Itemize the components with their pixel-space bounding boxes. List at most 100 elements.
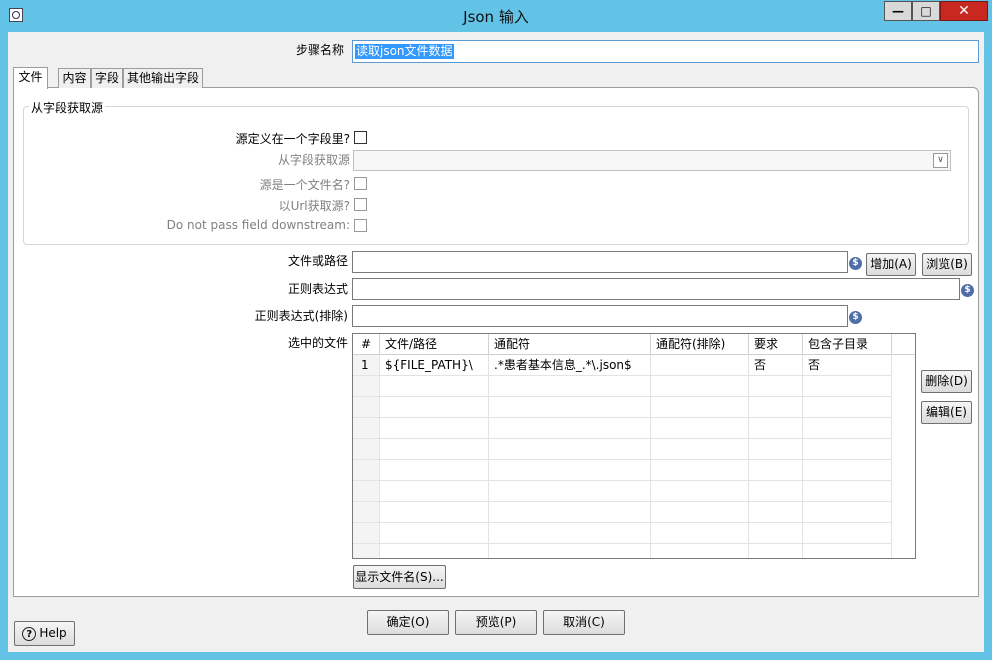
column-header[interactable]: 通配符(排除) xyxy=(651,334,749,355)
empty-table-cell[interactable] xyxy=(489,376,651,397)
tab-file[interactable]: 文件 xyxy=(13,67,48,89)
empty-table-cell[interactable] xyxy=(489,481,651,502)
empty-table-cell[interactable] xyxy=(380,523,489,544)
empty-table-cell[interactable] xyxy=(353,418,380,439)
empty-table-cell[interactable] xyxy=(489,439,651,460)
empty-table-cell[interactable] xyxy=(749,397,803,418)
empty-table-cell[interactable] xyxy=(353,460,380,481)
empty-table-cell[interactable] xyxy=(380,460,489,481)
browse-button[interactable]: 浏览(B) xyxy=(922,253,972,276)
empty-table-cell[interactable] xyxy=(803,460,892,481)
empty-table-cell[interactable] xyxy=(353,544,380,558)
empty-table-cell[interactable] xyxy=(489,418,651,439)
table-cell[interactable]: 否 xyxy=(803,355,892,376)
minimize-button[interactable]: — xyxy=(884,1,912,21)
column-header-filler xyxy=(892,334,915,355)
selected-files-label: 选中的文件 xyxy=(287,336,348,350)
file-or-path-input[interactable] xyxy=(352,251,848,273)
empty-table-cell[interactable] xyxy=(803,523,892,544)
window-title: Json 输入 xyxy=(463,8,529,26)
delete-button[interactable]: 删除(D) xyxy=(921,370,972,393)
tab-fields[interactable]: 字段 xyxy=(91,68,123,88)
empty-table-cell[interactable] xyxy=(803,439,892,460)
empty-table-cell[interactable] xyxy=(489,544,651,558)
empty-table-cell[interactable] xyxy=(380,481,489,502)
empty-table-cell[interactable] xyxy=(651,523,749,544)
empty-table-cell[interactable] xyxy=(353,439,380,460)
empty-table-cell[interactable] xyxy=(651,397,749,418)
chevron-down-icon[interactable]: ∨ xyxy=(933,153,948,168)
empty-table-cell[interactable] xyxy=(353,397,380,418)
empty-table-cell[interactable] xyxy=(651,544,749,558)
table-cell[interactable]: 否 xyxy=(749,355,803,376)
empty-table-cell[interactable] xyxy=(651,439,749,460)
source-group-title: 从字段获取源 xyxy=(29,99,106,116)
do-not-pass-field-label: Do not pass field downstream: xyxy=(166,218,350,232)
empty-table-cell[interactable] xyxy=(749,523,803,544)
empty-table-cell[interactable] xyxy=(803,502,892,523)
regex-input[interactable] xyxy=(352,278,960,300)
empty-table-cell[interactable] xyxy=(749,544,803,558)
empty-table-cell[interactable] xyxy=(749,439,803,460)
column-header[interactable]: 通配符 xyxy=(489,334,651,355)
empty-table-cell[interactable] xyxy=(803,418,892,439)
empty-table-cell[interactable] xyxy=(489,502,651,523)
empty-table-cell[interactable] xyxy=(749,460,803,481)
empty-table-cell[interactable] xyxy=(803,397,892,418)
maximize-button[interactable]: □ xyxy=(912,1,940,21)
table-cell[interactable]: .*患者基本信息_.*\.json$ xyxy=(489,355,651,376)
empty-table-cell[interactable] xyxy=(380,544,489,558)
source-field-combo[interactable]: ∨ xyxy=(353,150,951,171)
help-label: Help xyxy=(39,626,67,640)
empty-table-cell[interactable] xyxy=(380,397,489,418)
source-in-field-checkbox[interactable] xyxy=(354,131,367,144)
empty-table-cell[interactable] xyxy=(651,502,749,523)
show-filenames-button[interactable]: 显示文件名(S)... xyxy=(353,565,446,589)
empty-table-cell[interactable] xyxy=(651,481,749,502)
empty-table-cell[interactable] xyxy=(380,418,489,439)
variable-icon: $ xyxy=(961,284,974,297)
source-from-url-checkbox[interactable] xyxy=(354,198,367,211)
selected-files-table[interactable]: # 文件/路径 通配符 通配符(排除) 要求 包含子目录 1 ${FILE_PA… xyxy=(352,333,916,559)
empty-table-cell[interactable] xyxy=(803,481,892,502)
regex-exclude-input[interactable] xyxy=(352,305,848,327)
empty-table-cell[interactable] xyxy=(353,502,380,523)
empty-table-cell[interactable] xyxy=(380,502,489,523)
column-header[interactable]: 要求 xyxy=(749,334,803,355)
help-button[interactable]: ? Help xyxy=(14,621,75,646)
add-button[interactable]: 增加(A) xyxy=(866,253,916,276)
empty-table-cell[interactable] xyxy=(380,376,489,397)
edit-button[interactable]: 编辑(E) xyxy=(921,401,972,424)
preview-button[interactable]: 预览(P) xyxy=(455,610,537,635)
empty-table-cell[interactable] xyxy=(489,397,651,418)
empty-table-cell[interactable] xyxy=(353,523,380,544)
do-not-pass-field-checkbox[interactable] xyxy=(354,219,367,232)
empty-table-cell[interactable] xyxy=(489,523,651,544)
column-header[interactable]: 文件/路径 xyxy=(380,334,489,355)
empty-table-cell[interactable] xyxy=(749,502,803,523)
empty-table-cell[interactable] xyxy=(489,460,651,481)
step-name-input[interactable]: 读取json文件数据 xyxy=(352,40,979,63)
ok-button[interactable]: 确定(O) xyxy=(367,610,449,635)
empty-table-cell[interactable] xyxy=(353,376,380,397)
source-is-filename-checkbox[interactable] xyxy=(354,177,367,190)
empty-table-cell[interactable] xyxy=(749,418,803,439)
close-button[interactable]: ✕ xyxy=(940,1,988,21)
empty-table-cell[interactable] xyxy=(803,376,892,397)
column-header[interactable]: 包含子目录 xyxy=(803,334,892,355)
empty-table-cell[interactable] xyxy=(803,544,892,558)
empty-table-cell[interactable] xyxy=(651,460,749,481)
table-cell[interactable]: 1 xyxy=(353,355,380,376)
cancel-button[interactable]: 取消(C) xyxy=(543,610,625,635)
table-cell[interactable] xyxy=(651,355,749,376)
empty-table-cell[interactable] xyxy=(749,376,803,397)
empty-table-cell[interactable] xyxy=(749,481,803,502)
tab-additional-output-fields[interactable]: 其他输出字段 xyxy=(123,68,203,88)
tab-content[interactable]: 内容 xyxy=(58,68,91,88)
empty-table-cell[interactable] xyxy=(651,376,749,397)
empty-table-cell[interactable] xyxy=(353,481,380,502)
empty-table-cell[interactable] xyxy=(651,418,749,439)
column-header[interactable]: # xyxy=(353,334,380,355)
table-cell[interactable]: ${FILE_PATH}\ xyxy=(380,355,489,376)
empty-table-cell[interactable] xyxy=(380,439,489,460)
